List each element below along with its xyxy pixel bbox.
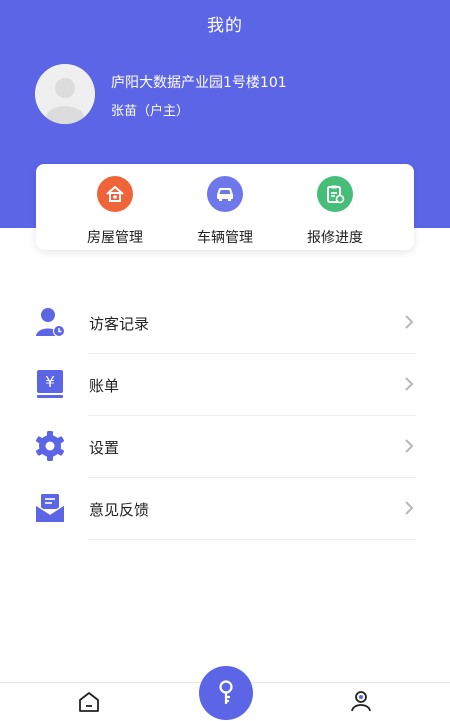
menu-item-visitor-records[interactable]: 访客记录 [0, 292, 450, 354]
menu-item-feedback[interactable]: 意见反馈 [0, 478, 450, 540]
menu-item-label: 意见反馈 [89, 501, 150, 519]
vehicle-management-button[interactable]: 车辆管理 [170, 176, 280, 247]
home-icon[interactable] [77, 690, 101, 714]
bill-yuan-icon: ¥ [37, 370, 63, 398]
menu-item-settings[interactable]: 设置 [0, 416, 450, 478]
gear-icon [36, 431, 64, 461]
menu-item-bill[interactable]: ¥ 账单 [0, 354, 450, 416]
menu-item-label: 访客记录 [89, 315, 150, 333]
house-management-button[interactable]: 房屋管理 [60, 176, 170, 247]
house-management-label: 房屋管理 [87, 230, 143, 246]
profile-address: 庐阳大数据产业园1号楼101 [111, 75, 287, 91]
visitor-clock-icon [36, 308, 65, 337]
house-icon [97, 176, 133, 212]
menu-item-label: 设置 [89, 439, 120, 457]
svg-text:¥: ¥ [45, 373, 55, 391]
quick-actions-card: 房屋管理 车辆管理 报修进度 [36, 164, 414, 250]
chevron-right-icon [405, 501, 414, 515]
repair-progress-button[interactable]: 报修进度 [280, 176, 390, 247]
divider [88, 539, 416, 540]
feedback-mail-icon [35, 494, 65, 522]
avatar[interactable] [35, 64, 95, 124]
vehicle-management-label: 车辆管理 [197, 230, 253, 246]
chevron-right-icon [405, 439, 414, 453]
key-icon [219, 680, 233, 704]
chevron-right-icon [405, 315, 414, 329]
clipboard-progress-icon [317, 176, 353, 212]
repair-progress-label: 报修进度 [307, 230, 363, 246]
chevron-right-icon [405, 377, 414, 391]
page-title: 我的 [207, 16, 243, 36]
default-avatar-icon [35, 64, 95, 124]
user-icon[interactable] [349, 689, 373, 713]
car-icon [207, 176, 243, 212]
menu-item-label: 账单 [89, 377, 120, 395]
center-key-button[interactable] [199, 666, 253, 720]
profile-name: 张苗（户主） [111, 104, 190, 119]
